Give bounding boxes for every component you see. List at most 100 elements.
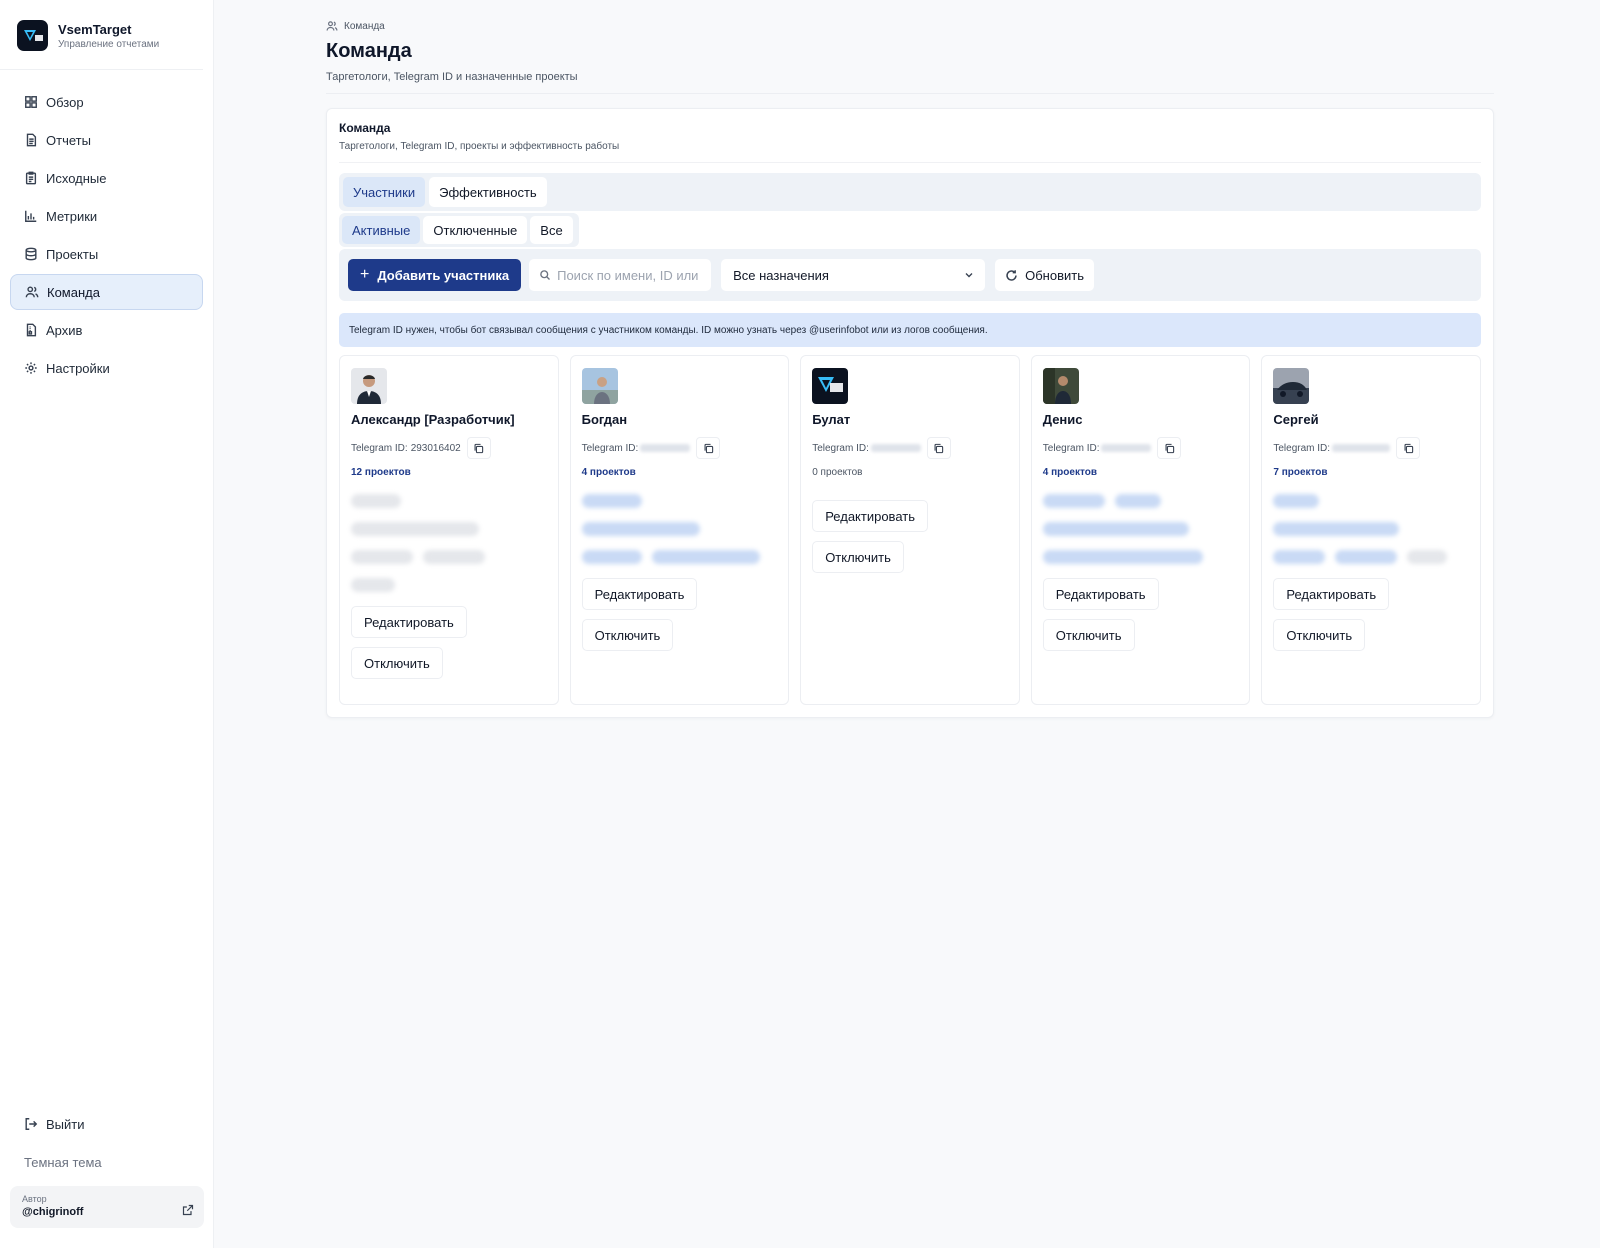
project-chip[interactable] xyxy=(1273,522,1400,536)
sidebar-item-label: Метрики xyxy=(46,208,98,224)
main-content: Команда Команда Таргетологи, Telegram ID… xyxy=(326,20,1494,718)
sidebar-item-label: Команда xyxy=(47,284,100,300)
copy-id-button[interactable] xyxy=(926,437,951,459)
project-chip[interactable] xyxy=(581,522,700,536)
project-chip[interactable] xyxy=(351,494,401,508)
author-card[interactable]: Автор @chigrinoff xyxy=(10,1186,204,1228)
card-subtitle: Таргетологи, Telegram ID, проекты и эффе… xyxy=(339,141,1481,163)
logout-button[interactable]: Выйти xyxy=(10,1107,204,1141)
member-name: Булат xyxy=(812,412,851,427)
project-count: 7 проектов xyxy=(1273,467,1328,478)
sidebar-item-archive[interactable]: Архив xyxy=(10,312,203,348)
member-actions: Редактировать Отключить xyxy=(1273,578,1469,651)
telegram-id-label: Telegram ID: xyxy=(1042,442,1100,454)
tab-members[interactable]: Участники xyxy=(343,177,426,207)
search-box[interactable] xyxy=(529,259,712,291)
database-icon xyxy=(25,247,37,261)
member-name: Богдан xyxy=(581,412,628,427)
project-chip[interactable] xyxy=(423,550,485,564)
project-chip[interactable] xyxy=(581,550,642,564)
sidebar-footer: Выйти Темная тема Автор @chigrinoff xyxy=(0,1107,214,1248)
telegram-id-label: Telegram ID: xyxy=(351,442,408,454)
status-filter: Активные Отключенные Все xyxy=(339,213,579,247)
project-chip[interactable] xyxy=(1042,494,1105,508)
sidebar-item-settings[interactable]: Настройки xyxy=(10,350,203,386)
sidebar-item-metrics[interactable]: Метрики xyxy=(10,198,203,234)
users-icon xyxy=(25,286,39,298)
sidebar-item-label: Проекты xyxy=(46,246,99,262)
member-card: Александр [Разработчик] Telegram ID: 293… xyxy=(339,355,559,705)
card-title: Команда xyxy=(339,121,391,135)
project-chip[interactable] xyxy=(351,550,413,564)
member-actions: Редактировать Отключить xyxy=(1042,578,1239,651)
filter-disabled[interactable]: Отключенные xyxy=(423,216,528,244)
add-member-button[interactable]: + Добавить участника xyxy=(348,259,522,291)
project-chips xyxy=(581,494,778,564)
project-chip[interactable] xyxy=(1273,550,1326,564)
member-list: Александр [Разработчик] Telegram ID: 293… xyxy=(339,355,1481,705)
sidebar-item-reports[interactable]: Отчеты xyxy=(10,122,203,158)
disable-button[interactable]: Отключить xyxy=(581,619,674,651)
filter-all[interactable]: Все xyxy=(530,216,573,244)
project-chip[interactable] xyxy=(1407,550,1448,564)
copy-id-button[interactable] xyxy=(1157,437,1182,459)
search-input[interactable] xyxy=(557,267,708,283)
tab-performance[interactable]: Эффективность xyxy=(429,177,547,207)
project-count: 4 проектов xyxy=(581,467,636,478)
assignment-select[interactable]: Все назначения xyxy=(721,259,986,291)
author-label: Автор xyxy=(22,1194,47,1204)
sidebar-item-overview[interactable]: Обзор xyxy=(10,84,203,120)
breadcrumb-label[interactable]: Команда xyxy=(344,21,385,32)
project-chip[interactable] xyxy=(581,494,642,508)
disable-button[interactable]: Отключить xyxy=(812,541,904,573)
project-chip[interactable] xyxy=(651,550,760,564)
theme-toggle[interactable]: Темная тема xyxy=(10,1141,204,1186)
disable-button[interactable]: Отключить xyxy=(1042,619,1135,651)
telegram-id-row: Telegram ID: xyxy=(812,437,1008,459)
sidebar-item-label: Исходные xyxy=(46,170,107,186)
filter-active[interactable]: Активные xyxy=(342,216,421,244)
telegram-id-hidden xyxy=(1332,444,1391,452)
copy-id-button[interactable] xyxy=(466,437,491,459)
refresh-button[interactable]: Обновить xyxy=(995,259,1094,291)
project-chip[interactable] xyxy=(1335,550,1398,564)
project-chip[interactable] xyxy=(1273,494,1320,508)
edit-button[interactable]: Редактировать xyxy=(1273,578,1390,610)
app-logo xyxy=(17,20,48,51)
sidebar-item-sources[interactable]: Исходные xyxy=(10,160,203,196)
telegram-id-row: Telegram ID: xyxy=(1273,437,1469,459)
project-chip[interactable] xyxy=(1114,494,1161,508)
member-name: Денис xyxy=(1042,412,1083,427)
edit-button[interactable]: Редактировать xyxy=(581,578,698,610)
disable-button[interactable]: Отключить xyxy=(1273,619,1366,651)
project-chip[interactable] xyxy=(1042,550,1203,564)
project-chip[interactable] xyxy=(351,522,479,536)
avatar xyxy=(1273,368,1310,404)
avatar xyxy=(812,368,849,404)
copy-id-button[interactable] xyxy=(696,437,721,459)
telegram-id-hidden xyxy=(870,444,921,452)
edit-button[interactable]: Редактировать xyxy=(351,606,467,638)
sidebar: VsemTarget Управление отчетами Обзор Отч… xyxy=(0,0,214,1248)
edit-button[interactable]: Редактировать xyxy=(1042,578,1159,610)
logout-icon xyxy=(25,1118,38,1130)
project-chip[interactable] xyxy=(351,578,395,592)
refresh-icon xyxy=(1006,269,1017,281)
external-link-icon[interactable] xyxy=(182,1204,194,1216)
member-card: Денис Telegram ID: 4 проектов Редактиров… xyxy=(1030,355,1251,705)
file-icon xyxy=(26,133,37,147)
logout-label: Выйти xyxy=(46,1116,85,1132)
search-icon xyxy=(540,270,551,280)
brand[interactable]: VsemTarget Управление отчетами xyxy=(0,0,203,70)
disable-button[interactable]: Отключить xyxy=(351,647,443,679)
telegram-id-label: Telegram ID: xyxy=(1273,442,1331,454)
copy-id-button[interactable] xyxy=(1396,437,1421,459)
bar-chart-icon xyxy=(25,210,37,222)
page-title: Команда xyxy=(326,40,412,62)
add-member-label: Добавить участника xyxy=(377,267,510,283)
telegram-id-label: Telegram ID: xyxy=(581,442,639,454)
sidebar-item-projects[interactable]: Проекты xyxy=(10,236,203,272)
sidebar-item-team[interactable]: Команда xyxy=(10,274,203,310)
project-chip[interactable] xyxy=(1042,522,1189,536)
edit-button[interactable]: Редактировать xyxy=(812,500,928,532)
